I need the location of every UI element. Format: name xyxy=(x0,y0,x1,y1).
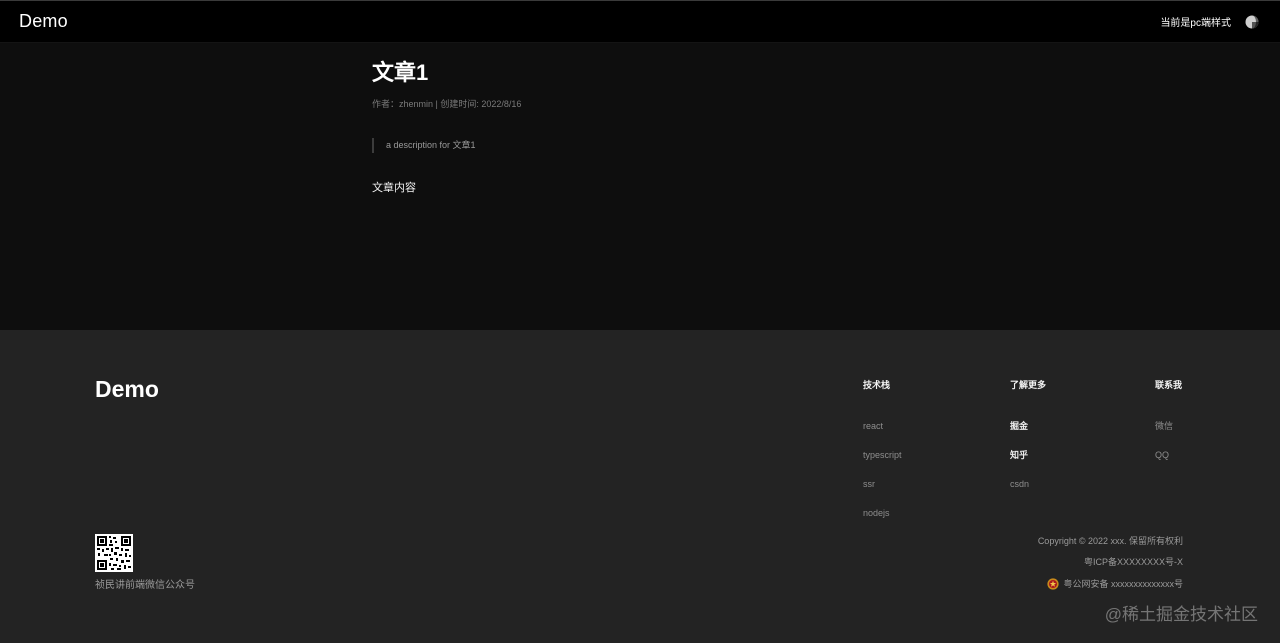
header-actions: 当前是pc端样式 xyxy=(1160,14,1259,29)
police-record-link[interactable]: 粤公网安备 xxxxxxxxxxxxxx号 xyxy=(1063,579,1183,589)
article-section: 文章1 作者：zhenmin | 创建时间: 2022/8/16 a descr… xyxy=(0,43,1280,330)
legal-info: Copyright © 2022 xxx. 保留所有权利 粤ICP备XXXXXX… xyxy=(1038,536,1183,601)
wechat-qr-code xyxy=(95,534,133,572)
footer-link-juejin[interactable]: 掘金 xyxy=(1010,422,1046,431)
icp-record-link[interactable]: 粤ICP备XXXXXXXX号-X xyxy=(1084,557,1183,567)
police-record: 粤公网安备 xxxxxxxxxxxxxx号 xyxy=(1038,578,1183,590)
footer-column-title: 联系我 xyxy=(1155,380,1183,390)
footer-link-csdn[interactable]: csdn xyxy=(1010,480,1046,489)
footer-link-react[interactable]: react xyxy=(863,422,902,431)
article-container: 文章1 作者：zhenmin | 创建时间: 2022/8/16 a descr… xyxy=(372,59,912,195)
footer-link-ssr[interactable]: ssr xyxy=(863,480,902,489)
footer-link-zhihu[interactable]: 知乎 xyxy=(1010,451,1046,460)
footer-column-learn-more: 了解更多 掘金 知乎 csdn xyxy=(1010,378,1046,509)
footer-logo: Demo xyxy=(95,376,159,402)
qr-code-icon xyxy=(95,534,133,572)
qr-caption: 祯民讲前端微信公众号 xyxy=(95,580,195,591)
footer-column-tech-stack: 技术栈 react typescript ssr nodejs xyxy=(863,378,902,538)
icp-record: 粤ICP备XXXXXXXX号-X xyxy=(1038,557,1183,567)
article-meta: 作者：zhenmin | 创建时间: 2022/8/16 xyxy=(372,99,522,109)
footer-link-nodejs[interactable]: nodejs xyxy=(863,509,902,518)
article-description: a description for 文章1 xyxy=(372,138,912,153)
article-body: 文章内容 xyxy=(372,182,416,194)
style-mode-label: 当前是pc端样式 xyxy=(1160,18,1231,29)
copyright-text: Copyright © 2022 xxx. 保留所有权利 xyxy=(1038,536,1183,546)
article-title: 文章1 xyxy=(372,60,429,85)
top-navbar: Demo 当前是pc端样式 xyxy=(0,0,1280,43)
footer-link-qq[interactable]: QQ xyxy=(1155,451,1182,460)
police-badge-icon xyxy=(1047,578,1060,590)
footer-column-title: 了解更多 xyxy=(1010,380,1047,390)
watermark-text: @稀土掘金技术社区 xyxy=(1104,605,1258,624)
footer-column-title: 技术栈 xyxy=(863,380,891,390)
footer-link-typescript[interactable]: typescript xyxy=(863,451,902,460)
copyright-label: Copyright © 2022 xxx. 保留所有权利 xyxy=(1037,536,1183,546)
site-footer: Demo 技术栈 react typescript ssr nodejs 了解更… xyxy=(0,330,1280,643)
theme-toggle-icon[interactable] xyxy=(1245,15,1259,29)
site-logo[interactable]: Demo xyxy=(19,11,68,32)
footer-column-contact: 联系我 微信 QQ xyxy=(1155,378,1182,480)
footer-link-wechat[interactable]: 微信 xyxy=(1155,422,1182,431)
